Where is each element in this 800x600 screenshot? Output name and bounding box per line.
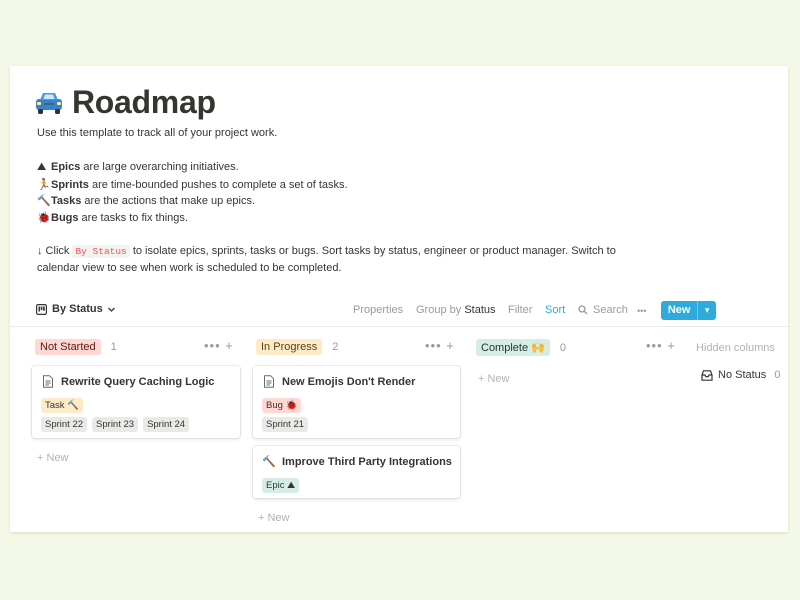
filter-button[interactable]: Filter — [508, 304, 532, 316]
hammer-icon: 🔨 — [37, 195, 51, 207]
column-actions[interactable]: ••• + — [646, 338, 676, 353]
roadmap-page: Roadmap Use this template to track all o… — [10, 66, 788, 532]
mountain-icon: ⛰ — [37, 161, 47, 173]
sprint-tag: Sprint 24 — [143, 417, 190, 432]
hammer-icon: 🔨 — [262, 456, 276, 468]
sprint-tag: Sprint 22 — [41, 417, 88, 432]
column-header-in-progress: In Progress 2 — [256, 339, 338, 355]
column-count: 0 — [774, 369, 781, 381]
add-card-not-started[interactable]: + New — [37, 452, 69, 464]
card-title: New Emojis Don't Render — [282, 375, 416, 388]
legend-epics: ⛰ Epics are large overarching initiatives… — [37, 161, 239, 173]
board-view-icon — [36, 303, 47, 315]
view-selector[interactable]: By Status — [36, 303, 121, 315]
bug-icon: 🐞 — [37, 212, 51, 224]
column-header-not-started: Not Started 1 — [35, 339, 117, 355]
legend-tasks: 🔨Tasks are the actions that make up epic… — [37, 195, 256, 207]
page-title[interactable]: Roadmap — [72, 84, 216, 121]
card-improve-integrations[interactable]: 🔨 Improve Third Party Integrations Epic … — [253, 446, 460, 498]
column-actions[interactable]: ••• + — [204, 338, 234, 353]
status-tag[interactable]: In Progress — [256, 339, 323, 355]
inline-code: By Status — [72, 245, 130, 258]
properties-button[interactable]: Properties — [353, 304, 403, 316]
legend-sprints: 🏃Sprints are time-bounded pushes to comp… — [37, 179, 348, 191]
database-toolbar: By Status Properties Group by Status Fil… — [10, 296, 788, 327]
view-label: By Status — [52, 303, 103, 315]
card-new-emojis[interactable]: New Emojis Don't Render Bug 🐞 Sprint 21 — [253, 366, 460, 438]
type-tag: Epic ⛰ — [262, 478, 300, 493]
add-card-in-progress[interactable]: + New — [258, 512, 290, 524]
column-count: 0 — [559, 341, 566, 354]
page-icon — [43, 375, 53, 388]
page-intro: Use this template to track all of your p… — [37, 127, 278, 139]
car-icon — [36, 92, 62, 114]
chevron-down-icon — [107, 307, 115, 312]
sort-button[interactable]: Sort — [545, 304, 565, 316]
column-count: 2 — [332, 341, 339, 353]
column-header-complete: Complete 🙌 0 — [476, 339, 566, 356]
type-tag: Bug 🐞 — [262, 398, 302, 413]
card-title: Improve Third Party Integrations — [282, 455, 452, 468]
status-tag[interactable]: Complete 🙌 — [476, 339, 550, 356]
legend-bugs: 🐞Bugs are tasks to fix things. — [37, 212, 188, 224]
inbox-icon — [701, 369, 713, 381]
hidden-column-no-status[interactable]: No Status 0 — [701, 369, 780, 381]
chevron-down-icon[interactable]: ▾ — [698, 305, 716, 316]
column-count: 1 — [110, 341, 117, 353]
more-options-button[interactable]: ••• — [637, 306, 646, 316]
card-title: Rewrite Query Caching Logic — [61, 375, 215, 388]
sprint-tag: Sprint 21 — [262, 417, 309, 432]
hint-line-2: calendar view to see when work is schedu… — [37, 262, 342, 274]
new-button[interactable]: New ▾ — [661, 301, 716, 320]
status-tag[interactable]: Not Started — [35, 339, 101, 355]
runner-icon: 🏃 — [37, 179, 51, 191]
card-rewrite-query-caching[interactable]: Rewrite Query Caching Logic Task 🔨 Sprin… — [32, 366, 240, 438]
group-by-button[interactable]: Group by Status — [416, 304, 496, 316]
search-button[interactable]: Search — [578, 304, 628, 316]
sprint-tag: Sprint 23 — [92, 417, 139, 432]
hint-line-1: ↓ Click By Status to isolate epics, spri… — [37, 245, 616, 258]
hidden-columns-label: Hidden columns — [696, 342, 775, 354]
type-tag: Task 🔨 — [41, 398, 84, 413]
add-card-complete[interactable]: + New — [478, 373, 510, 385]
page-header: Roadmap — [34, 84, 216, 121]
search-icon — [578, 305, 588, 315]
column-actions[interactable]: ••• + — [425, 338, 455, 353]
page-icon — [264, 375, 274, 388]
